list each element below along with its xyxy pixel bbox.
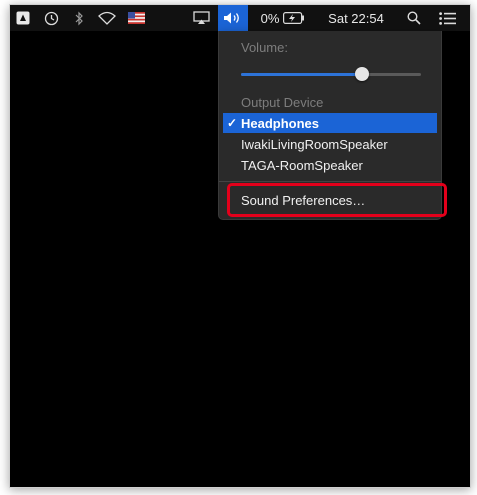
device-item-headphones[interactable]: ✓ Headphones	[223, 113, 437, 133]
battery-status[interactable]: 0%	[254, 5, 312, 31]
menu-bar: 0% Sat 22:54	[10, 5, 470, 31]
volume-icon[interactable]	[218, 5, 248, 31]
battery-charging-icon	[283, 12, 305, 24]
volume-slider-knob[interactable]	[355, 67, 369, 81]
time-machine-icon[interactable]	[40, 5, 62, 31]
annotation-highlight	[227, 183, 447, 217]
device-item-iwaki-living-room-speaker[interactable]: IwakiLivingRoomSpeaker	[223, 134, 437, 154]
bluetooth-icon[interactable]	[68, 5, 90, 31]
volume-label: Volume:	[241, 40, 288, 55]
checkmark-icon: ✓	[226, 116, 238, 130]
volume-slider-fill	[241, 73, 362, 76]
device-label: TAGA-RoomSpeaker	[241, 157, 363, 173]
app-icon[interactable]	[12, 5, 34, 31]
spotlight-search-icon[interactable]	[402, 5, 426, 31]
device-item-taga-room-speaker[interactable]: TAGA-RoomSpeaker	[223, 155, 437, 175]
clock[interactable]: Sat 22:54	[318, 5, 394, 31]
airplay-icon[interactable]	[190, 5, 212, 31]
input-source-flag-icon[interactable]	[124, 5, 148, 31]
clock-text: Sat 22:54	[328, 10, 384, 26]
device-label: IwakiLivingRoomSpeaker	[241, 136, 388, 152]
volume-slider[interactable]	[241, 67, 421, 81]
wifi-icon[interactable]	[94, 5, 120, 31]
device-label: Headphones	[241, 115, 320, 131]
screen: 0% Sat 22:54 Volume: Output Device ✓ Hea…	[9, 4, 471, 488]
menu-separator	[219, 181, 441, 182]
notification-center-icon[interactable]	[434, 5, 460, 31]
battery-percent: 0%	[260, 10, 280, 26]
output-device-label: Output Device	[241, 95, 324, 110]
